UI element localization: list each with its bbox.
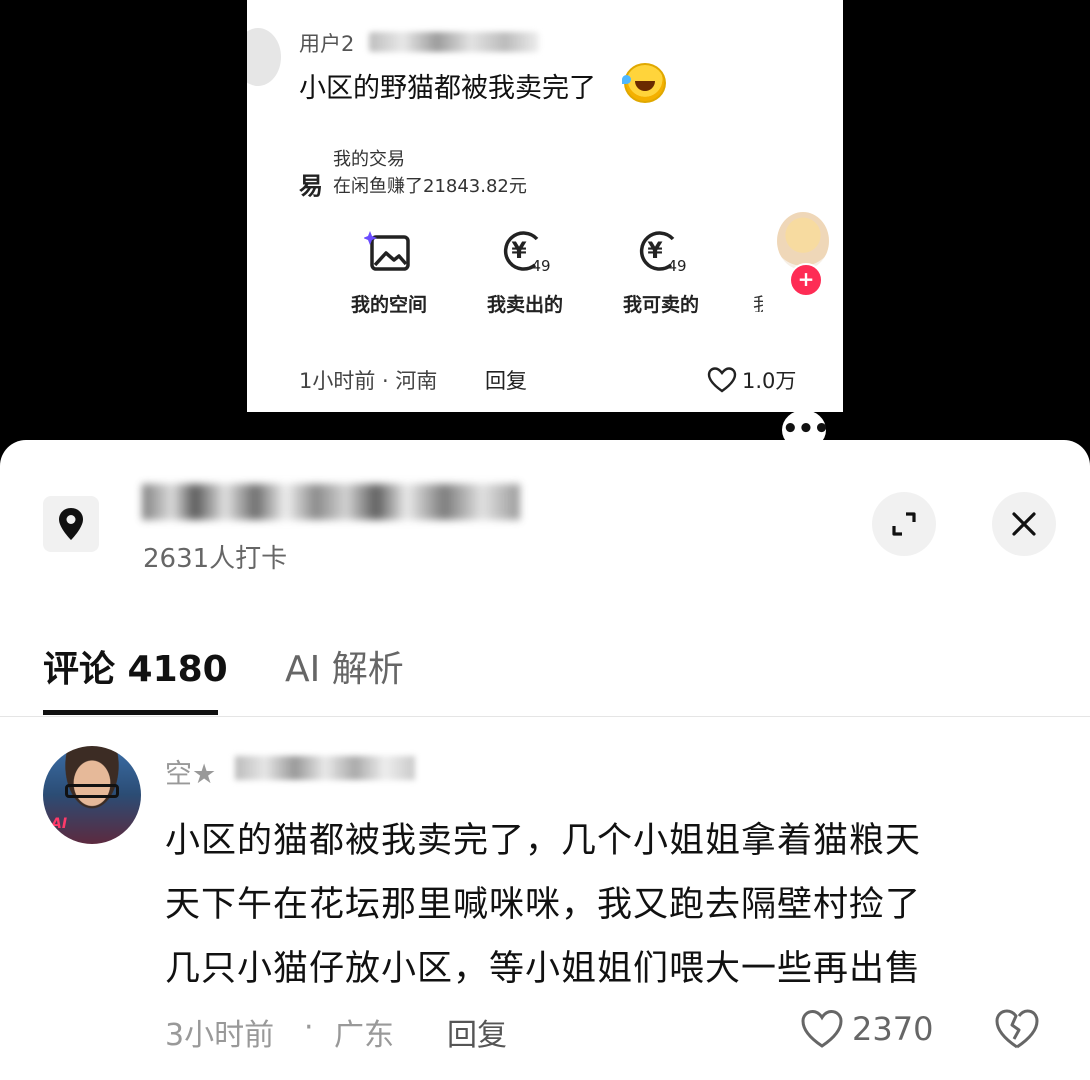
follow-plus-icon[interactable]: + xyxy=(789,263,823,297)
shortcut-label: 我卖出的 xyxy=(486,294,563,316)
tab-ai-analysis[interactable]: AI 解析 xyxy=(285,640,404,692)
tab-comments[interactable]: 评论 4180 xyxy=(43,640,228,692)
broken-heart-icon[interactable] xyxy=(992,1006,1042,1052)
shortcut-sold[interactable]: ¥ 49 我卖出的 xyxy=(465,228,585,317)
post-like-count: 1.0万 xyxy=(742,369,797,393)
shortcut-sellable[interactable]: ¥ 49 我可卖的 xyxy=(601,228,721,317)
comment-text-line: 几只小猫仔放小区，等小姐姐们喂大一些再出售 xyxy=(165,949,922,989)
badge-count: 49 xyxy=(531,257,550,275)
svg-text:¥: ¥ xyxy=(647,239,663,264)
comment-text-line: 天下午在花坛那里喊咪咪，我又跑去隔壁村捡了 xyxy=(165,885,922,925)
commenter-name[interactable]: 空★ xyxy=(165,752,216,791)
comment-sheet: 2631人打卡 评论 4180 AI 解析 AI 空★ 小区的猫都被我卖完了，几… xyxy=(0,440,1090,1080)
shortcut-label: 我的空间 xyxy=(350,294,427,316)
yen-coin-icon: ¥ 49 xyxy=(465,228,585,276)
blurred-username xyxy=(235,756,415,780)
comment-time: 3小时前 xyxy=(165,1018,275,1053)
close-icon xyxy=(1012,512,1036,536)
embedded-post-screenshot: 用户2 小区的野猫都被我卖完了 易 我的交易 在闲鱼赚了21843.82元 我的… xyxy=(247,0,843,412)
post-reply-button[interactable]: 回复 xyxy=(485,365,527,395)
expand-icon xyxy=(892,512,916,536)
comment-like-count: 2370 xyxy=(852,1010,934,1048)
post-text: 小区的野猫都被我卖完了 xyxy=(299,73,596,104)
active-tab-indicator xyxy=(43,710,218,715)
comment-meta-separator: · xyxy=(304,1010,314,1045)
comment-reply-button[interactable]: 回复 xyxy=(447,1010,507,1054)
trade-description: 在闲鱼赚了21843.82元 xyxy=(333,176,527,197)
blurred-username xyxy=(369,32,539,52)
heart-icon[interactable] xyxy=(707,366,737,394)
cut-off-shortcut-label: 我 xyxy=(753,294,763,312)
avatar xyxy=(247,28,281,86)
heart-icon[interactable] xyxy=(800,1008,844,1050)
profile-avatar[interactable] xyxy=(777,212,829,270)
post-time-location: 1小时前 · 河南 xyxy=(299,369,438,393)
trade-icon: 易 xyxy=(299,172,323,200)
comment-region: 广东 xyxy=(334,1018,394,1053)
shortcut-label: 我可卖的 xyxy=(622,294,699,316)
blurred-place-name[interactable] xyxy=(142,484,520,520)
more-options-button[interactable]: ••• xyxy=(782,410,830,450)
commenter-avatar[interactable]: AI xyxy=(43,746,141,844)
svg-text:¥: ¥ xyxy=(511,239,527,264)
avatar-glasses xyxy=(65,784,119,798)
gallery-icon xyxy=(329,228,449,276)
shortcut-my-space[interactable]: 我的空间 xyxy=(329,228,449,317)
checkin-count: 2631人打卡 xyxy=(143,544,288,574)
avatar-tag: AI xyxy=(51,816,68,832)
expand-button[interactable] xyxy=(872,492,936,556)
divider xyxy=(0,716,1090,717)
laughing-emoji-icon xyxy=(622,63,666,103)
close-button[interactable] xyxy=(992,492,1056,556)
location-pin-icon xyxy=(43,496,99,552)
trade-title: 我的交易 xyxy=(333,149,405,170)
post-username: 用户2 xyxy=(299,32,355,56)
badge-count: 49 xyxy=(667,257,686,275)
yen-coin-icon: ¥ 49 xyxy=(601,228,721,276)
comment-text-line: 小区的猫都被我卖完了，几个小姐姐拿着猫粮天 xyxy=(165,821,922,861)
